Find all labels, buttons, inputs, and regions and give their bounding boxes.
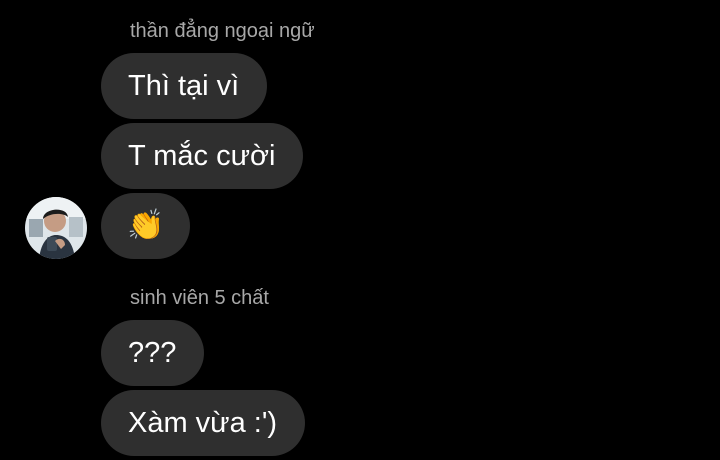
- sender-name: sinh viên 5 chất: [130, 287, 269, 309]
- message-bubble[interactable]: T mắc cười: [101, 123, 304, 189]
- clapping-hands-emoji-icon: 👏: [127, 209, 165, 242]
- avatar-image: [25, 197, 87, 259]
- message-bubble-emoji[interactable]: 👏: [101, 193, 191, 259]
- message-bubble[interactable]: ???: [101, 320, 205, 386]
- message-bubble[interactable]: Xàm vừa :'): [101, 390, 306, 456]
- avatar[interactable]: [25, 197, 87, 259]
- sender-name: thần đẳng ngoại ngữ: [130, 20, 315, 42]
- message-bubble[interactable]: Thì tại vì: [101, 53, 268, 119]
